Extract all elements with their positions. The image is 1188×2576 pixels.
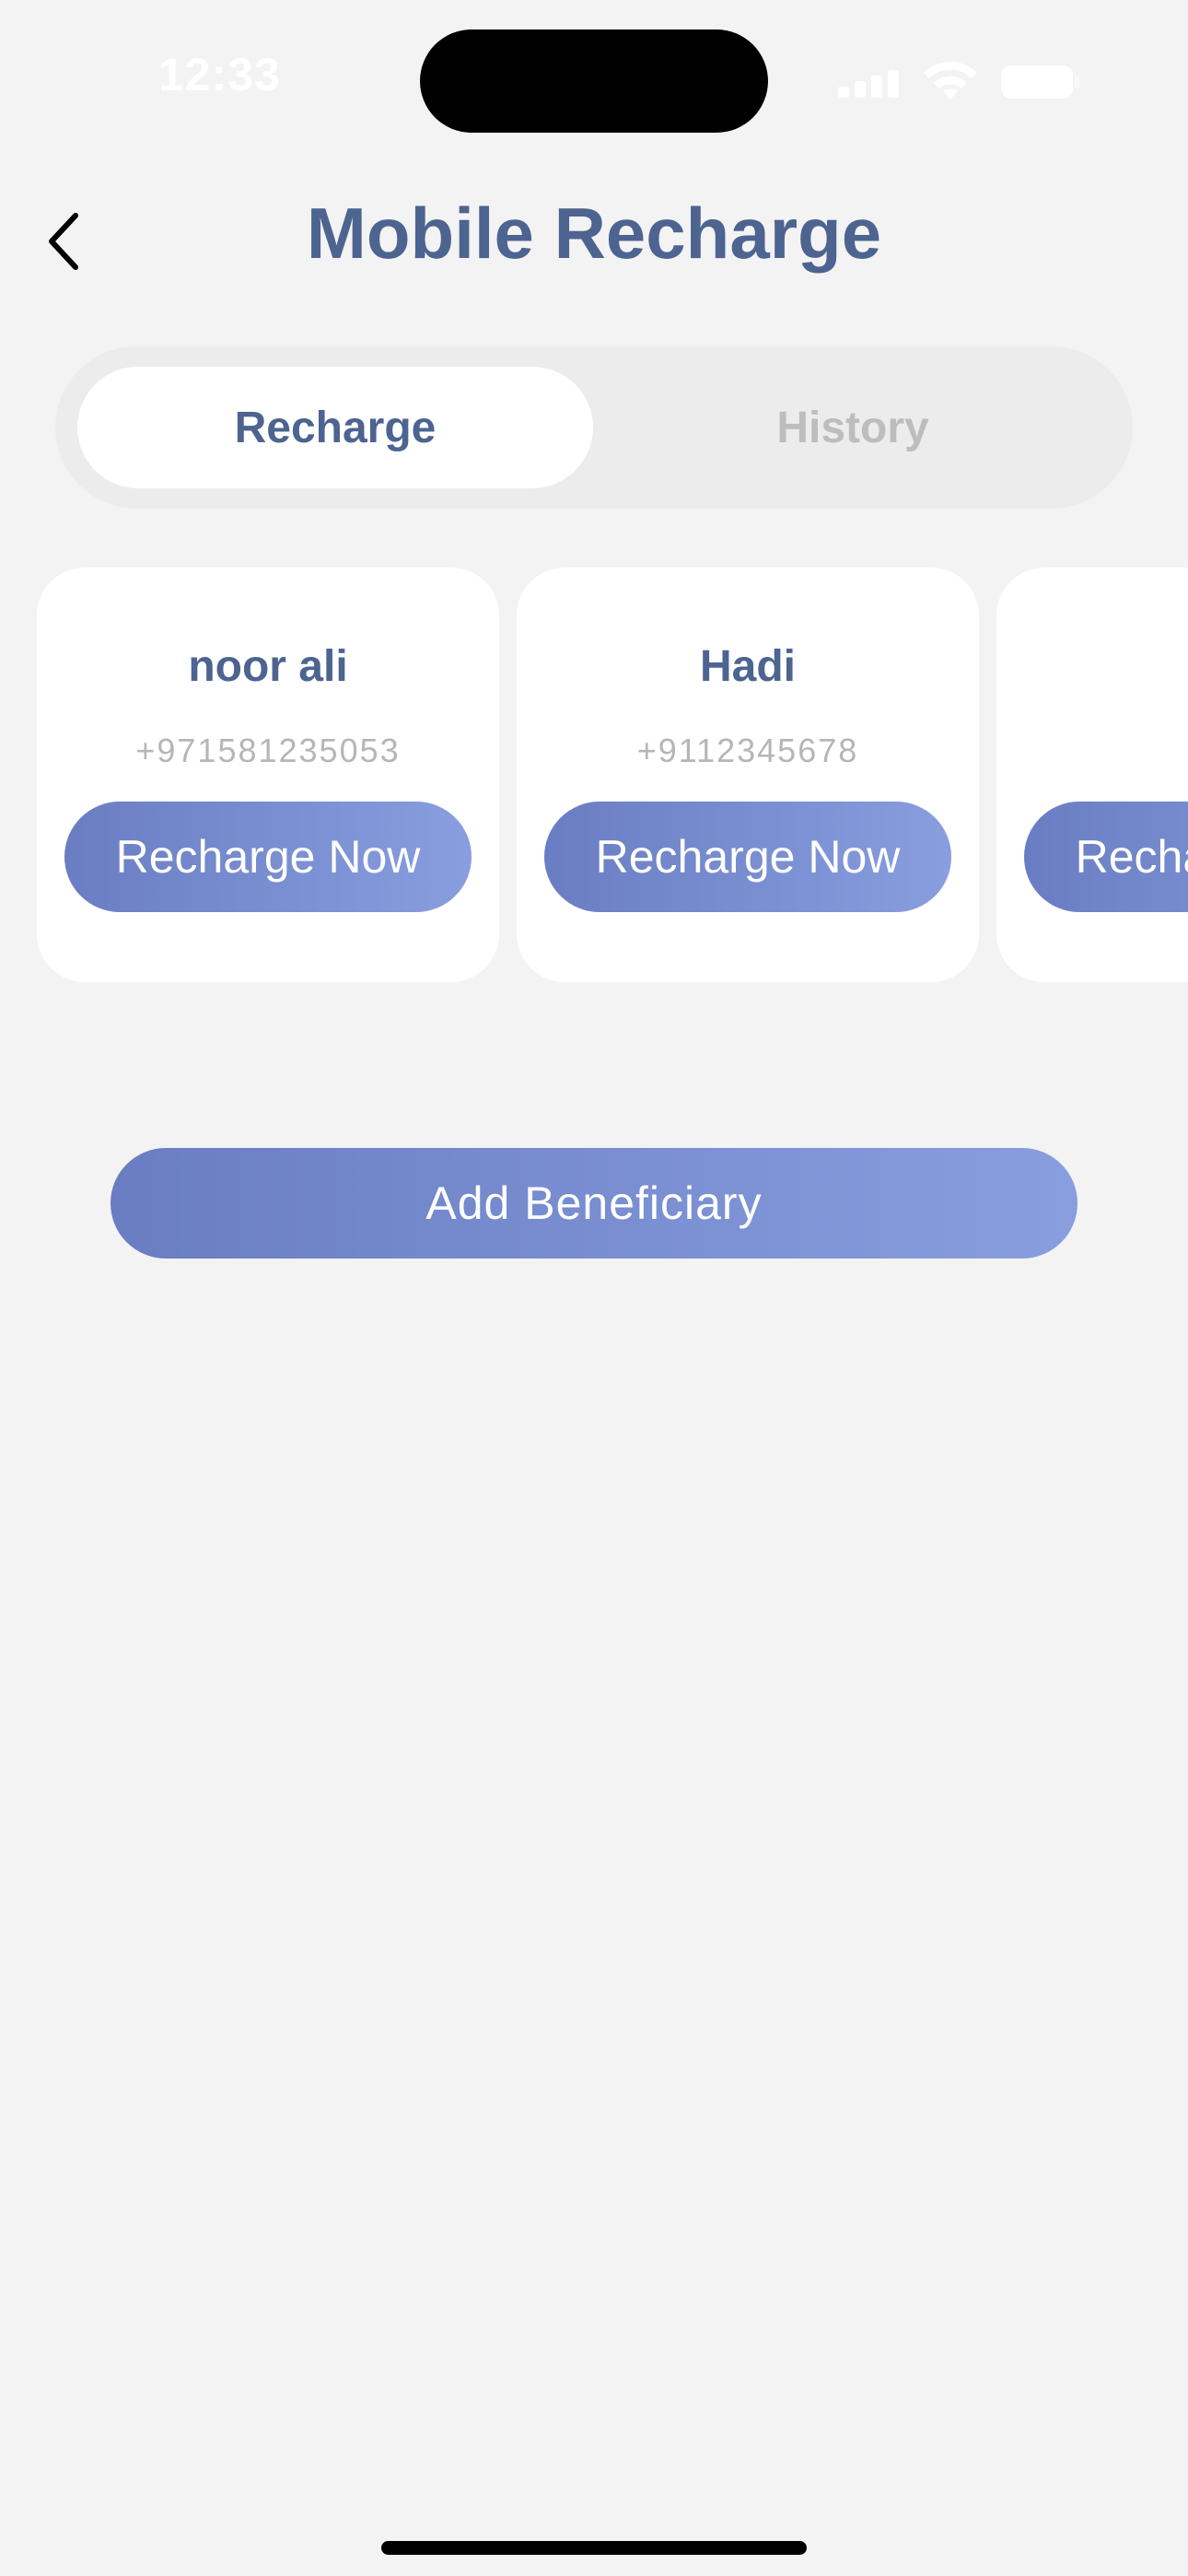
beneficiary-phone: +966 xyxy=(996,732,1188,770)
page-title: Mobile Recharge xyxy=(306,193,882,274)
battery-icon xyxy=(1001,65,1079,99)
status-time: 12:33 xyxy=(158,49,281,100)
add-beneficiary-button[interactable]: Add Beneficiary xyxy=(111,1148,1077,1259)
beneficiary-name: noor ali xyxy=(188,642,348,691)
beneficiary-name: Ha xyxy=(996,641,1188,692)
beneficiary-card: noor ali +971581235053 Recharge Now xyxy=(37,568,499,982)
beneficiary-card: Ha +966 Recharge Now xyxy=(996,568,1188,982)
beneficiary-phone: +9112345678 xyxy=(636,732,859,769)
recharge-now-button[interactable]: Recharge Now xyxy=(544,802,951,912)
tab-bar: Recharge History xyxy=(55,346,1133,509)
cellular-signal-icon xyxy=(838,66,904,98)
recharge-now-button[interactable]: Recharge Now xyxy=(1024,802,1188,912)
tab-history[interactable]: History xyxy=(595,367,1111,488)
status-bar: 12:33 xyxy=(0,0,1188,157)
dynamic-island xyxy=(420,29,768,133)
beneficiary-phone: +971581235053 xyxy=(135,732,401,769)
beneficiary-name: Hadi xyxy=(699,642,796,691)
beneficiary-carousel[interactable]: noor ali +971581235053 Recharge Now Hadi… xyxy=(0,568,1188,982)
home-indicator[interactable] xyxy=(381,2541,807,2555)
wifi-icon xyxy=(924,61,977,100)
beneficiary-card: Hadi +9112345678 Recharge Now xyxy=(517,568,979,982)
recharge-now-button[interactable]: Recharge Now xyxy=(64,802,472,912)
tab-recharge[interactable]: Recharge xyxy=(77,367,593,488)
